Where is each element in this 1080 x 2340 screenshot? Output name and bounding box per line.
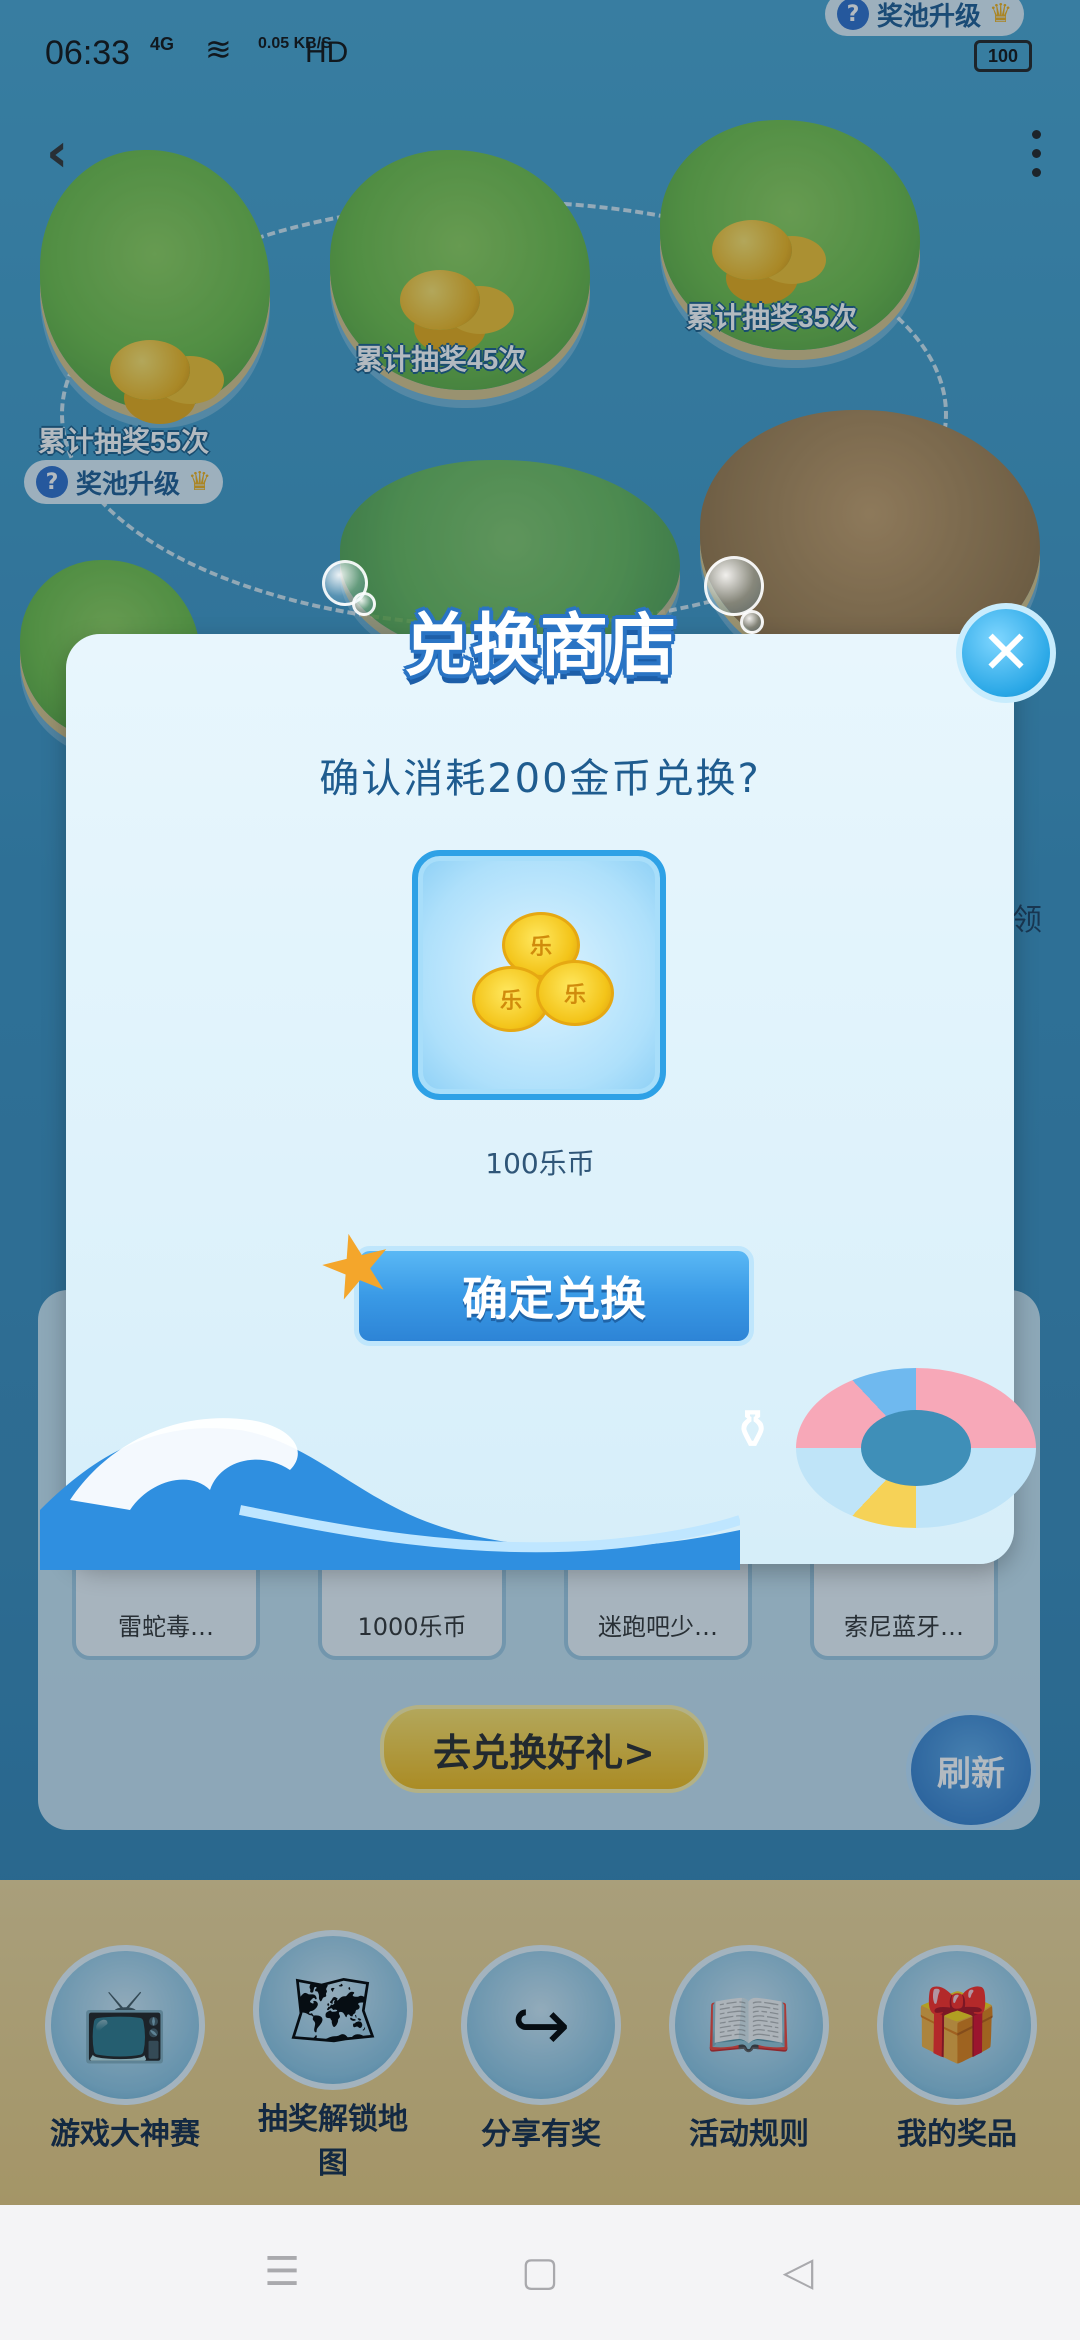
- dialog-title: 兑换商店: [403, 608, 676, 684]
- confirm-message: 确认消耗200金币兑换?: [319, 756, 761, 802]
- reward-item-box: 乐 乐 乐: [412, 850, 666, 1100]
- bottle-icon: ⚱: [730, 1398, 776, 1461]
- confirm-exchange-button[interactable]: 确定兑换: [354, 1246, 754, 1346]
- system-navigation-bar: ☰ ▢ ◁: [0, 2205, 1080, 2340]
- swim-ring-icon: [796, 1368, 1036, 1528]
- coin-mark: 乐: [529, 935, 552, 960]
- coin-mark: 乐: [499, 989, 522, 1014]
- wave-decoration: [40, 1418, 740, 1570]
- reward-item-name: 100乐币: [485, 1147, 595, 1180]
- back-icon[interactable]: ◁: [768, 2249, 828, 2299]
- coin-mark: 乐: [563, 983, 586, 1008]
- home-icon[interactable]: ▢: [510, 2249, 570, 2299]
- menu-icon[interactable]: ☰: [252, 2249, 312, 2299]
- coin-icon: 乐: [536, 960, 614, 1026]
- close-icon[interactable]: ✕: [956, 603, 1056, 703]
